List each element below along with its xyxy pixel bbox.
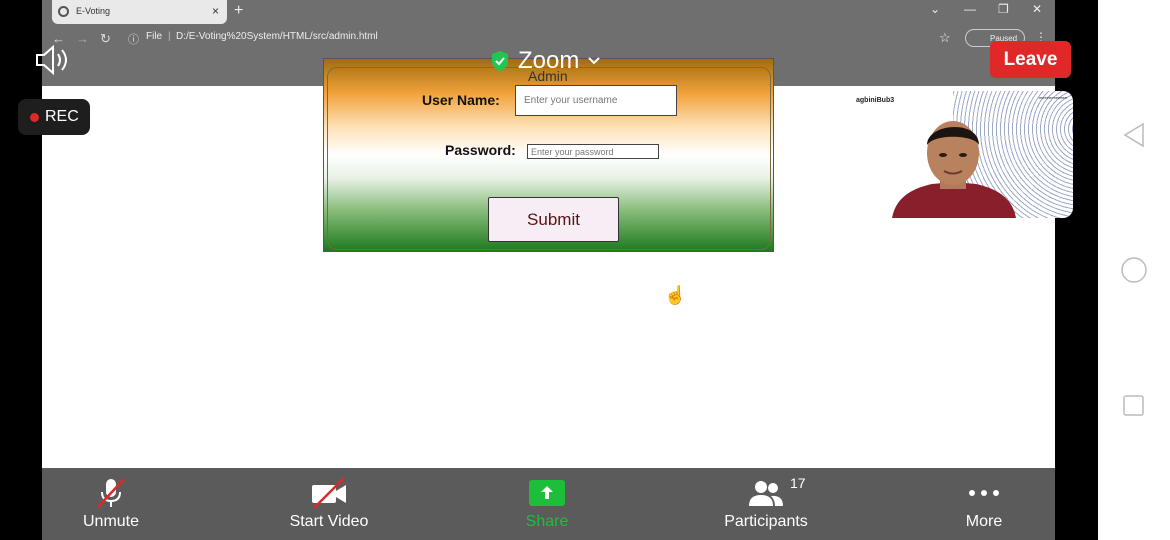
bookmark-star-icon[interactable]: ☆: [939, 30, 951, 46]
zoom-meeting-screen: E-Voting × + ⌄ — ❐ ✕ ← → ↻ ⓘ File | D:/E…: [0, 0, 1170, 540]
close-window-icon[interactable]: ✕: [1032, 2, 1042, 16]
participant-video-thumbnail[interactable]: agbiniBub3 meeeermeeeee: [848, 91, 1073, 218]
recording-indicator[interactable]: REC: [18, 99, 90, 135]
restore-icon[interactable]: ❐: [998, 2, 1009, 16]
submit-button[interactable]: Submit: [488, 197, 619, 242]
password-input[interactable]: Enter your password: [527, 144, 659, 159]
participants-button[interactable]: 17 Participants: [715, 468, 817, 540]
participants-count: 17: [790, 475, 806, 491]
home-circle-icon[interactable]: [1121, 256, 1149, 284]
leave-button[interactable]: Leave: [990, 41, 1071, 78]
more-label: More: [965, 513, 1003, 530]
username-label: User Name:: [422, 92, 500, 108]
url-scheme: File: [146, 31, 163, 42]
tab-search-icon[interactable]: ⌄: [930, 2, 940, 16]
meeting-title-dropdown[interactable]: Zoom: [490, 46, 601, 76]
password-label: Password:: [445, 142, 516, 158]
tab-close-icon[interactable]: ×: [212, 4, 219, 18]
record-dot-icon: [30, 112, 39, 122]
unmute-button[interactable]: Unmute: [72, 468, 150, 540]
more-dots-icon: [969, 490, 999, 496]
forward-arrow-icon[interactable]: →: [76, 31, 89, 46]
share-label: Share: [525, 513, 569, 530]
login-form: Admin User Name: Enter your username Pas…: [327, 67, 771, 250]
shield-check-icon: [492, 51, 508, 71]
background-corner-text: meeeermeeeee: [1038, 95, 1067, 100]
url-separator: |: [168, 31, 171, 42]
rec-label: REC: [45, 108, 79, 125]
android-nav-bar: [1098, 0, 1170, 540]
tab-title: E-Voting: [76, 6, 111, 16]
new-tab-button[interactable]: +: [234, 2, 243, 20]
start-video-label: Start Video: [289, 513, 369, 530]
reload-icon[interactable]: ↻: [100, 31, 111, 47]
speaker-icon[interactable]: [34, 44, 70, 76]
chevron-down-icon: [588, 57, 601, 65]
admin-login-panel: Admin User Name: Enter your username Pas…: [323, 58, 774, 252]
more-button[interactable]: More: [954, 468, 1014, 540]
share-button[interactable]: Share: [512, 468, 582, 540]
share-up-arrow-icon: [529, 480, 565, 506]
back-triangle-icon[interactable]: [1121, 122, 1147, 148]
background-logo-text: agbiniBub3: [856, 97, 895, 104]
browser-tab[interactable]: E-Voting ×: [52, 0, 227, 24]
participant-avatar: [892, 121, 1016, 218]
participants-label: Participants: [724, 513, 808, 530]
address-input[interactable]: D:/E-Voting%20System/HTML/src/admin.html: [176, 31, 378, 42]
info-icon[interactable]: ⓘ: [128, 31, 139, 47]
meeting-toolbar: Unmute Start Video Share 17 Participants…: [42, 468, 1055, 540]
username-input[interactable]: Enter your username: [515, 85, 677, 116]
minimize-icon[interactable]: —: [964, 2, 976, 16]
participants-icon: [749, 481, 783, 506]
camera-off-icon: [312, 477, 346, 509]
unmute-label: Unmute: [82, 513, 140, 530]
mic-muted-icon: [97, 478, 125, 508]
globe-icon: [58, 6, 69, 17]
start-video-button[interactable]: Start Video: [282, 468, 376, 540]
recent-square-icon[interactable]: [1121, 393, 1145, 417]
meeting-title: Zoom: [518, 47, 580, 74]
hand-pointer-icon: ☝: [664, 285, 687, 305]
